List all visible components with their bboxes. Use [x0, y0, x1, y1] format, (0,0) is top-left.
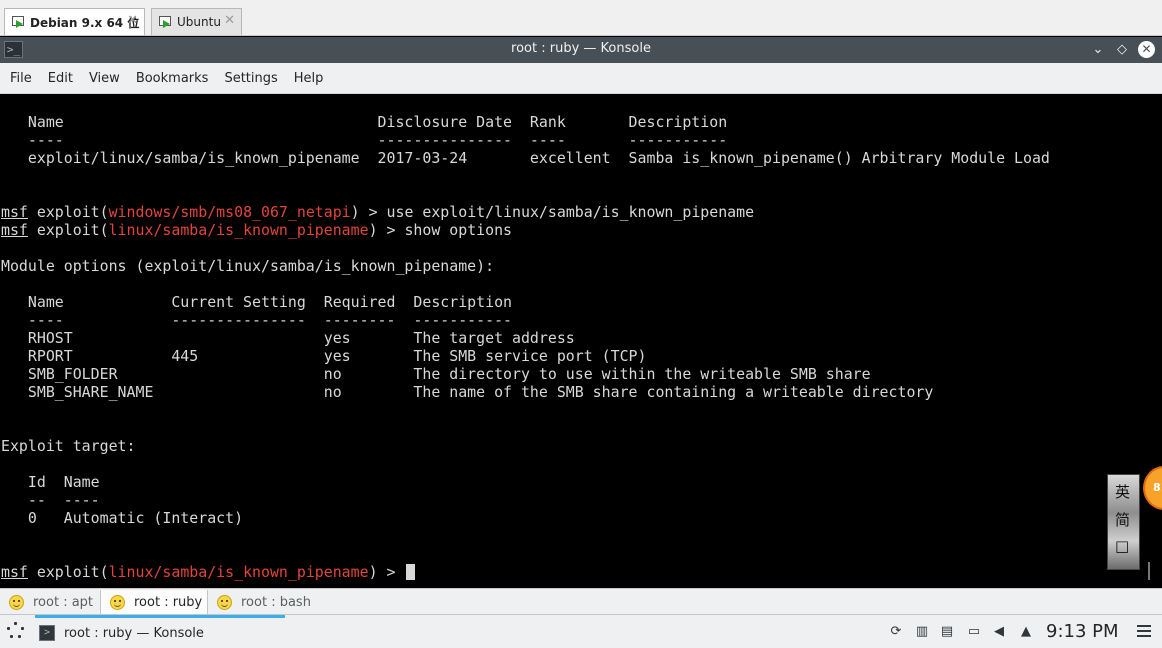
vm-running-icon — [158, 15, 172, 29]
close-icon[interactable]: ✕ — [224, 13, 235, 28]
smiley-icon — [217, 594, 232, 610]
vm-tab-label: Ubuntu — [177, 15, 221, 29]
expand-tray-icon[interactable]: ▲ — [1018, 624, 1034, 640]
panel-menu-icon[interactable] — [1137, 625, 1151, 637]
menu-help[interactable]: Help — [286, 71, 332, 86]
search-result-line: exploit/linux/samba/is_known_pipename 20… — [1, 149, 1050, 167]
search-divider-line: ---- --------------- ---- ----------- — [1, 131, 728, 149]
prompt-suffix: ) > — [368, 563, 405, 581]
command-line-show: msf exploit(linux/samba/is_known_pipenam… — [1, 221, 512, 239]
exploit-prefix: exploit( — [27, 203, 109, 221]
menu-view[interactable]: View — [81, 71, 128, 86]
msf-prompt: msf — [1, 563, 28, 581]
options-divider-line: ---- --------------- -------- ----------… — [1, 311, 513, 329]
current-prompt-line[interactable]: msf exploit(linux/samba/is_known_pipenam… — [1, 563, 416, 581]
maximize-diamond-icon[interactable]: ◇ — [1112, 40, 1132, 60]
window-title: root : ruby — Konsole — [511, 41, 651, 56]
session-tab-label: root : apt — [33, 594, 94, 610]
text-cursor — [406, 564, 416, 580]
target-divider-line: -- ---- — [1, 491, 100, 509]
network-icon[interactable]: ▭ — [966, 624, 982, 640]
menu-edit[interactable]: Edit — [40, 71, 81, 86]
options-header-line: Name Current Setting Required Descriptio… — [1, 293, 513, 311]
scrollbar-marker[interactable] — [1148, 562, 1150, 580]
msf-prompt: msf — [1, 221, 28, 239]
minimize-chevron-icon[interactable]: ⌄ — [1088, 40, 1108, 60]
msf-prompt: msf — [1, 203, 28, 221]
exploit-prefix: exploit( — [27, 221, 109, 239]
app-launcher-icon[interactable] — [7, 622, 25, 640]
command-text: ) > use exploit/linux/samba/is_known_pip… — [350, 203, 755, 221]
smiley-icon — [110, 594, 125, 610]
option-row: SMB_SHARE_NAME no The name of the SMB sh… — [1, 383, 934, 401]
exploit-prefix: exploit( — [27, 563, 109, 581]
option-row: SMB_FOLDER no The directory to use withi… — [1, 365, 871, 383]
taskbar: > root : ruby — Konsole ⟳ ▥ ▤ ▭ ◀ ▲ 9:13… — [0, 614, 1162, 648]
updates-icon[interactable]: ⟳ — [888, 624, 904, 640]
exploit-target-heading: Exploit target: — [1, 437, 136, 455]
clipboard-icon[interactable]: ▤ — [939, 624, 955, 640]
menu-bookmarks[interactable]: Bookmarks — [128, 71, 217, 86]
option-row: RPORT 445 yes The SMB service port (TCP) — [1, 347, 647, 365]
session-tab-bar: root : apt root : ruby root : bash — [0, 588, 1162, 614]
session-tab-bash[interactable]: root : bash — [208, 590, 318, 614]
session-tab-ruby[interactable]: root : ruby — [100, 590, 208, 614]
clock[interactable]: 9:13 PM — [1046, 621, 1119, 642]
active-module: linux/samba/is_known_pipename — [108, 221, 369, 239]
menu-settings[interactable]: Settings — [216, 71, 285, 86]
floating-calligraphy-widget[interactable]: 英 简 □ — [1107, 474, 1140, 570]
widget-glyph: □ — [1115, 537, 1130, 555]
widget-glyph: 简 — [1115, 511, 1131, 529]
session-tab-label: root : ruby — [134, 594, 203, 610]
smiley-icon — [9, 594, 24, 610]
usb-icon[interactable]: ▥ — [914, 624, 930, 640]
search-header-line: Name Disclosure Date Rank Description — [1, 113, 728, 131]
vm-running-icon — [11, 15, 25, 29]
close-icon[interactable]: ✕ — [127, 13, 138, 28]
module-options-heading: Module options (exploit/linux/samba/is_k… — [1, 257, 495, 275]
command-line-use: msf exploit(windows/smb/ms08_067_netapi)… — [1, 203, 754, 221]
menu-bar: File Edit View Bookmarks Settings Help — [0, 63, 1162, 94]
task-label: root : ruby — Konsole — [64, 625, 204, 641]
command-text: ) > show options — [368, 221, 513, 239]
konsole-task-icon: > — [39, 625, 55, 641]
target-row: 0 Automatic (Interact) — [1, 509, 244, 527]
widget-glyph: 英 — [1115, 483, 1131, 501]
target-header-line: Id Name — [1, 473, 100, 491]
close-window-icon[interactable]: ✕ — [1138, 41, 1155, 58]
session-tab-label: root : bash — [241, 594, 311, 610]
session-tab-apt[interactable]: root : apt — [0, 590, 100, 614]
terminal-view[interactable]: Name Disclosure Date Rank Description --… — [0, 94, 1160, 586]
volume-muted-icon[interactable]: ◀ — [991, 624, 1007, 640]
active-module: windows/smb/ms08_067_netapi — [108, 203, 351, 221]
taskbar-task-konsole[interactable]: > root : ruby — Konsole — [35, 615, 285, 648]
vm-tab-debian[interactable]: Debian 9.x 64 位 ✕ — [4, 8, 145, 35]
active-module: linux/samba/is_known_pipename — [108, 563, 369, 581]
vm-tab-ubuntu[interactable]: Ubuntu ✕ — [151, 8, 242, 35]
vm-tab-strip: Debian 9.x 64 位 ✕ Ubuntu ✕ — [0, 0, 1162, 36]
vm-tab-label: Debian 9.x 64 位 — [30, 15, 140, 30]
menu-file[interactable]: File — [2, 71, 40, 86]
option-row: RHOST yes The target address — [1, 329, 575, 347]
window-titlebar[interactable]: >_ root : ruby — Konsole ⌄ ◇ ✕ — [0, 37, 1162, 63]
